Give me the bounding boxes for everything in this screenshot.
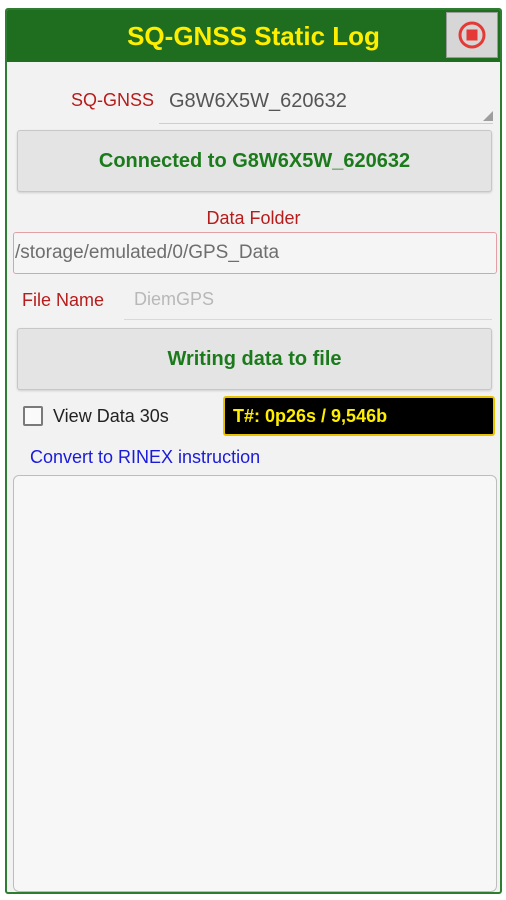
file-name-field[interactable]: DiemGPS — [124, 278, 492, 320]
data-folder-label: Data Folder — [206, 208, 301, 228]
app-title: SQ-GNSS Static Log — [127, 21, 380, 51]
device-label: SQ-GNSS — [71, 90, 155, 110]
file-name-label: File Name — [22, 290, 105, 310]
data-view-area[interactable] — [13, 475, 497, 892]
stop-record-icon — [458, 21, 486, 49]
stop-button[interactable] — [446, 12, 498, 58]
title-bar: SQ-GNSS Static Log — [7, 10, 500, 62]
connect-button[interactable]: Connected to G8W6X5W_620632 — [17, 130, 492, 192]
view-data-checkbox[interactable] — [23, 406, 43, 426]
dropdown-arrow-icon — [483, 111, 493, 121]
rinex-instruction-link[interactable]: Convert to RINEX instruction — [30, 447, 260, 468]
status-readout: T#: 0p26s / 9,546b — [223, 396, 495, 436]
device-dropdown[interactable]: G8W6X5W_620632 — [159, 80, 493, 124]
app-window: SQ-GNSS Static Log SQ-GNSS G8W6X5W_62063… — [5, 8, 502, 894]
device-selected-value: G8W6X5W_620632 — [169, 90, 347, 112]
view-data-label: View Data 30s — [53, 406, 169, 426]
write-data-button[interactable]: Writing data to file — [17, 328, 492, 390]
file-name-placeholder: DiemGPS — [134, 289, 215, 309]
data-folder-field[interactable]: /storage/emulated/0/GPS_Data — [13, 232, 497, 274]
